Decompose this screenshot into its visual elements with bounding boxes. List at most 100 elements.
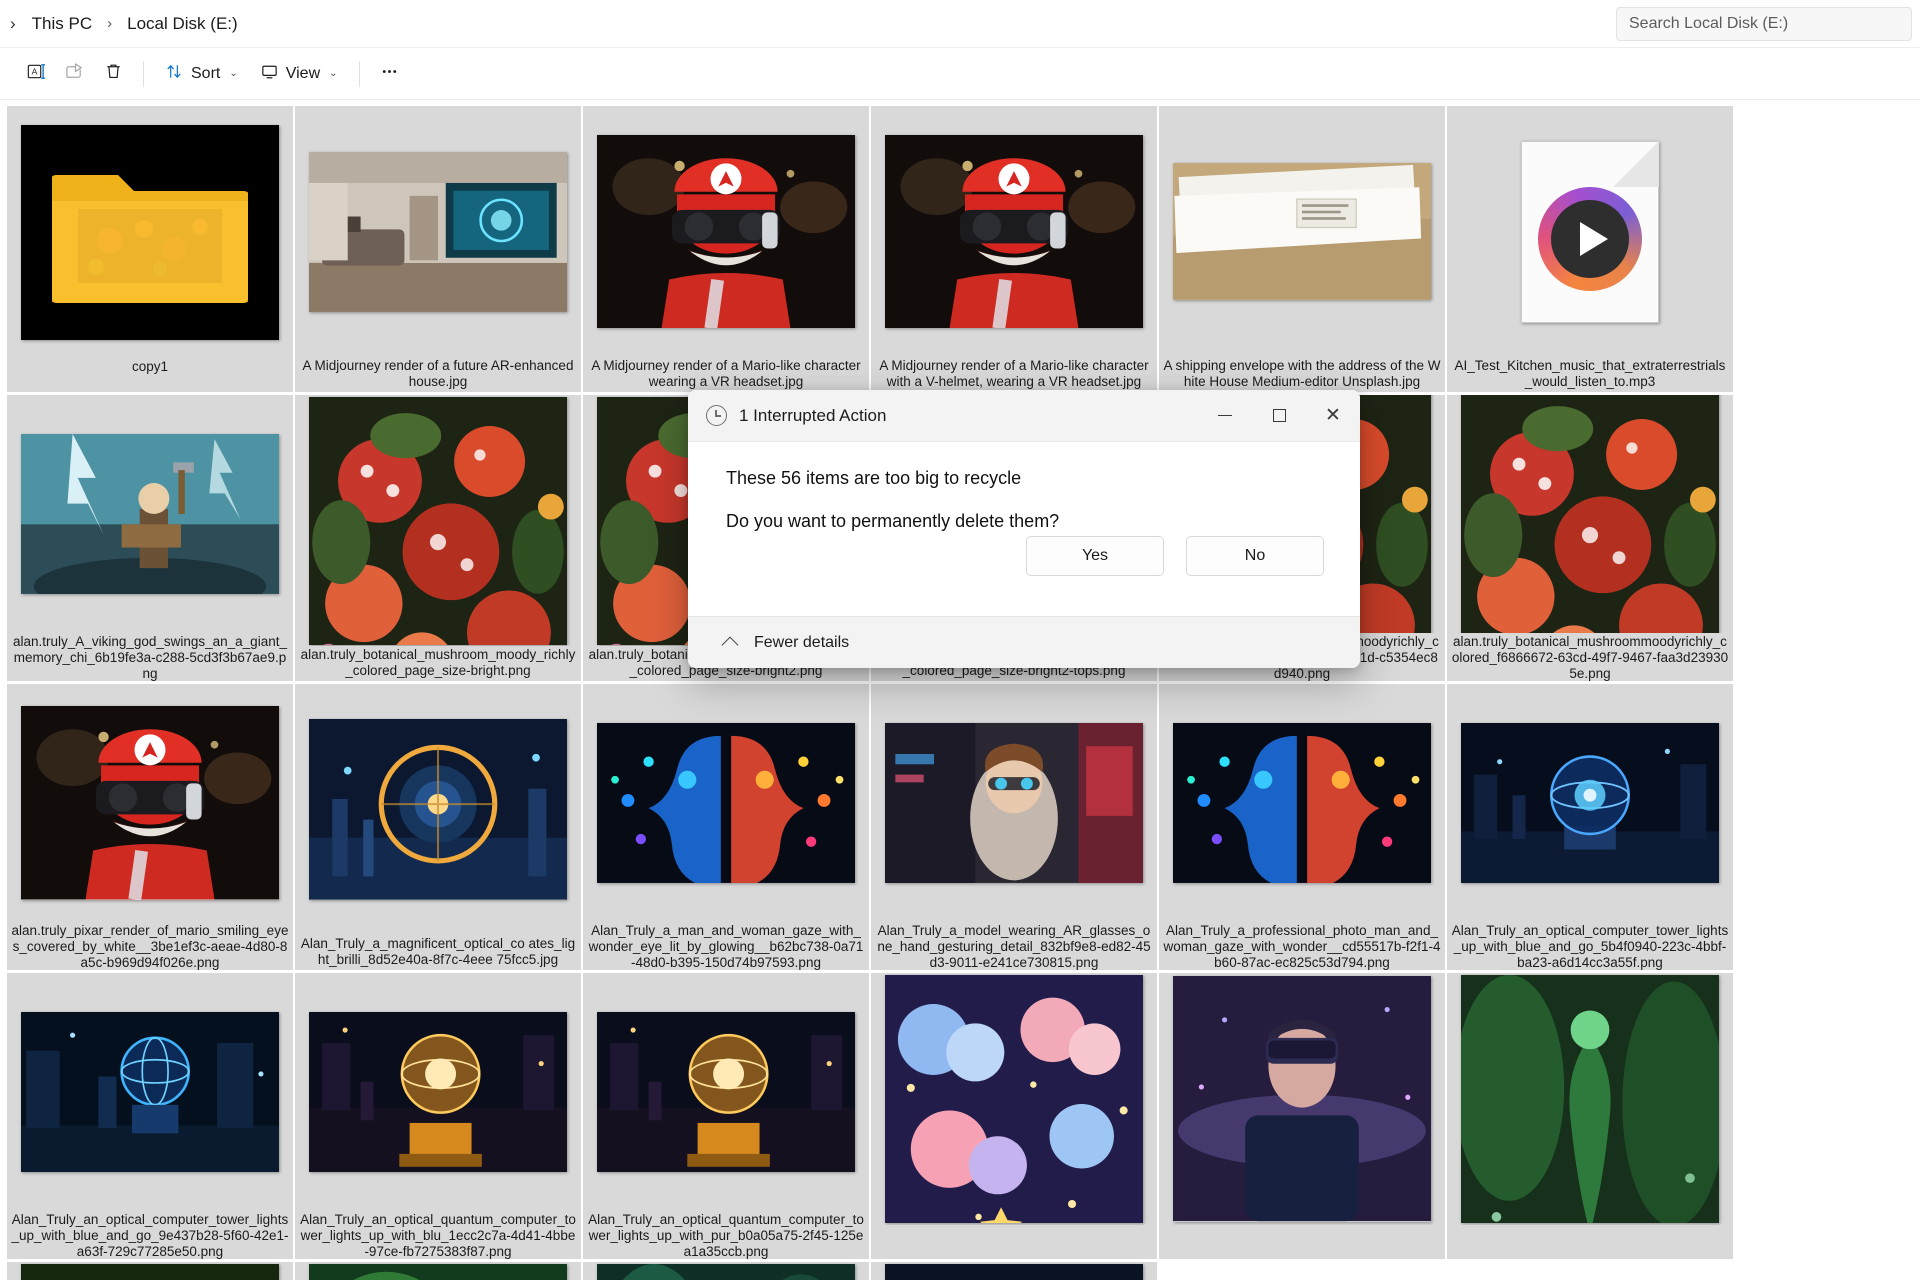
file-thumbnail bbox=[1447, 684, 1733, 922]
rename-icon: A bbox=[25, 61, 46, 87]
image-preview bbox=[309, 719, 567, 900]
file-thumbnail bbox=[1159, 973, 1445, 1225]
minimize-icon[interactable] bbox=[1198, 390, 1252, 442]
image-preview bbox=[21, 706, 279, 900]
file-thumbnail bbox=[871, 973, 1157, 1225]
file-tile[interactable] bbox=[871, 1262, 1157, 1280]
file-tile[interactable]: Alan_Truly_an_optical_computer_tower_lig… bbox=[7, 973, 293, 1259]
view-button[interactable]: View ⌄ bbox=[249, 56, 349, 92]
dialog-body: These 56 items are too big to recycle Do… bbox=[688, 442, 1360, 616]
file-tile[interactable]: A shipping envelope with the address of … bbox=[1159, 106, 1445, 392]
file-grid: copy1 A Midjourney render of a future AR… bbox=[0, 100, 1920, 1280]
breadcrumb-item-this-pc[interactable]: This PC bbox=[26, 10, 98, 38]
rename-button[interactable]: A bbox=[16, 56, 55, 92]
delete-button[interactable] bbox=[94, 56, 133, 92]
file-tile[interactable] bbox=[583, 1262, 869, 1280]
file-tile[interactable] bbox=[1159, 973, 1445, 1259]
interrupted-action-dialog[interactable]: 1 Interrupted Action ✕ These 56 items ar… bbox=[688, 390, 1360, 668]
file-tile[interactable]: alan.truly_botanical_mushroommoodyrichly… bbox=[1447, 395, 1733, 681]
chevron-up-icon[interactable] bbox=[721, 636, 739, 653]
sort-arrows-icon bbox=[165, 62, 184, 86]
file-tile[interactable]: A Midjourney render of a Mario-like char… bbox=[871, 106, 1157, 392]
search-input[interactable]: Search Local Disk (E:) bbox=[1616, 7, 1912, 41]
image-preview bbox=[1461, 975, 1719, 1223]
file-name-label bbox=[871, 1225, 1157, 1228]
file-name-label: Alan_Truly_an_optical_computer_tower_lig… bbox=[1451, 922, 1729, 970]
image-preview bbox=[21, 433, 279, 594]
maximize-icon[interactable] bbox=[1252, 390, 1306, 442]
share-button[interactable] bbox=[55, 56, 94, 92]
image-preview bbox=[309, 1264, 567, 1280]
toolbar-divider bbox=[358, 60, 360, 87]
image-preview bbox=[21, 1011, 279, 1172]
file-thumbnail bbox=[295, 395, 581, 646]
file-name-label bbox=[1159, 1225, 1445, 1228]
command-bar: A Sort ⌄ View ⌄ bbox=[0, 48, 1920, 100]
image-preview bbox=[309, 396, 567, 645]
file-tile[interactable]: Alan_Truly_a_professional_photo_man_and_… bbox=[1159, 684, 1445, 970]
file-name-label bbox=[1447, 1225, 1733, 1228]
chevron-right-icon[interactable]: › bbox=[0, 15, 26, 32]
image-preview bbox=[885, 1264, 1143, 1280]
file-tile[interactable]: alan.truly_pixar_render_of_mario_smiling… bbox=[7, 684, 293, 970]
file-thumbnail bbox=[583, 684, 869, 922]
dialog-message-primary: These 56 items are too big to recycle bbox=[726, 468, 1022, 488]
file-name-label: Alan_Truly_a_man_and_woman_gaze_with_won… bbox=[588, 922, 864, 970]
dialog-footer: Fewer details bbox=[688, 616, 1360, 668]
image-preview bbox=[1461, 395, 1719, 633]
see-more-button[interactable] bbox=[370, 56, 409, 92]
image-preview bbox=[597, 134, 855, 329]
search-placeholder: Search Local Disk (E:) bbox=[1629, 15, 1789, 32]
file-thumbnail bbox=[583, 973, 869, 1211]
file-tile[interactable]: Alan_Truly_an_optical_quantum_computer_t… bbox=[295, 973, 581, 1259]
file-thumbnail bbox=[7, 684, 293, 922]
image-preview bbox=[309, 151, 567, 312]
file-name-label: A Midjourney render of a future AR-enhan… bbox=[302, 358, 574, 390]
file-tile[interactable] bbox=[295, 1262, 581, 1280]
file-name-label: A Midjourney render of a Mario-like char… bbox=[879, 358, 1149, 390]
dialog-title: 1 Interrupted Action bbox=[739, 405, 887, 425]
file-name-label: copy1 bbox=[131, 359, 169, 374]
file-tile[interactable]: Alan_Truly_a_man_and_woman_gaze_with_won… bbox=[583, 684, 869, 970]
file-tile[interactable]: A Midjourney render of a future AR-enhan… bbox=[295, 106, 581, 392]
dialog-button-row: Yes No bbox=[1026, 536, 1324, 576]
file-thumbnail bbox=[7, 973, 293, 1211]
fewer-details-toggle[interactable]: Fewer details bbox=[754, 634, 849, 652]
file-tile[interactable]: alan.truly_botanical_mushroom_moody_rich… bbox=[295, 395, 581, 681]
image-preview bbox=[885, 134, 1143, 329]
file-thumbnail bbox=[1159, 106, 1445, 357]
file-thumbnail bbox=[871, 684, 1157, 922]
file-thumbnail bbox=[1447, 106, 1733, 357]
file-tile[interactable] bbox=[871, 973, 1157, 1259]
file-grid-area[interactable]: copy1 A Midjourney render of a future AR… bbox=[0, 100, 1920, 1280]
file-thumbnail bbox=[7, 106, 293, 358]
chevron-down-icon: ⌄ bbox=[329, 68, 338, 79]
dialog-message-secondary: Do you want to permanently delete them? bbox=[726, 511, 1060, 531]
file-tile[interactable]: Alan_Truly_an_optical_quantum_computer_t… bbox=[583, 973, 869, 1259]
file-tile[interactable]: AI_Test_Kitchen_music_that_extraterrestr… bbox=[1447, 106, 1733, 392]
file-thumbnail bbox=[583, 1262, 869, 1280]
yes-button[interactable]: Yes bbox=[1026, 536, 1164, 576]
image-preview bbox=[597, 722, 855, 883]
file-thumbnail bbox=[871, 106, 1157, 357]
share-icon bbox=[64, 61, 85, 87]
file-tile[interactable]: Alan_Truly_an_optical_computer_tower_lig… bbox=[1447, 684, 1733, 970]
no-button[interactable]: No bbox=[1186, 536, 1324, 576]
image-preview bbox=[885, 722, 1143, 883]
folder-icon bbox=[21, 124, 279, 340]
file-tile[interactable] bbox=[7, 1262, 293, 1280]
file-tile[interactable]: copy1 bbox=[7, 106, 293, 392]
file-tile[interactable] bbox=[1447, 973, 1733, 1259]
close-icon[interactable]: ✕ bbox=[1306, 390, 1360, 442]
file-thumbnail bbox=[1159, 684, 1445, 922]
file-tile[interactable]: A Midjourney render of a Mario-like char… bbox=[583, 106, 869, 392]
file-name-label: alan.truly_A_viking_god_swings_an_a_gian… bbox=[13, 633, 287, 681]
file-tile[interactable]: Alan_Truly_a_magnificent_optical_co ates… bbox=[295, 684, 581, 970]
file-tile[interactable]: alan.truly_A_viking_god_swings_an_a_gian… bbox=[7, 395, 293, 681]
file-name-label: alan.truly_botanical_mushroommoodyrichly… bbox=[1451, 633, 1729, 681]
file-thumbnail bbox=[583, 106, 869, 357]
image-preview bbox=[1173, 163, 1431, 300]
sort-button[interactable]: Sort ⌄ bbox=[154, 56, 249, 92]
breadcrumb-item-local-disk[interactable]: Local Disk (E:) bbox=[121, 10, 244, 38]
file-tile[interactable]: Alan_Truly_a_model_wearing_AR_glasses_on… bbox=[871, 684, 1157, 970]
